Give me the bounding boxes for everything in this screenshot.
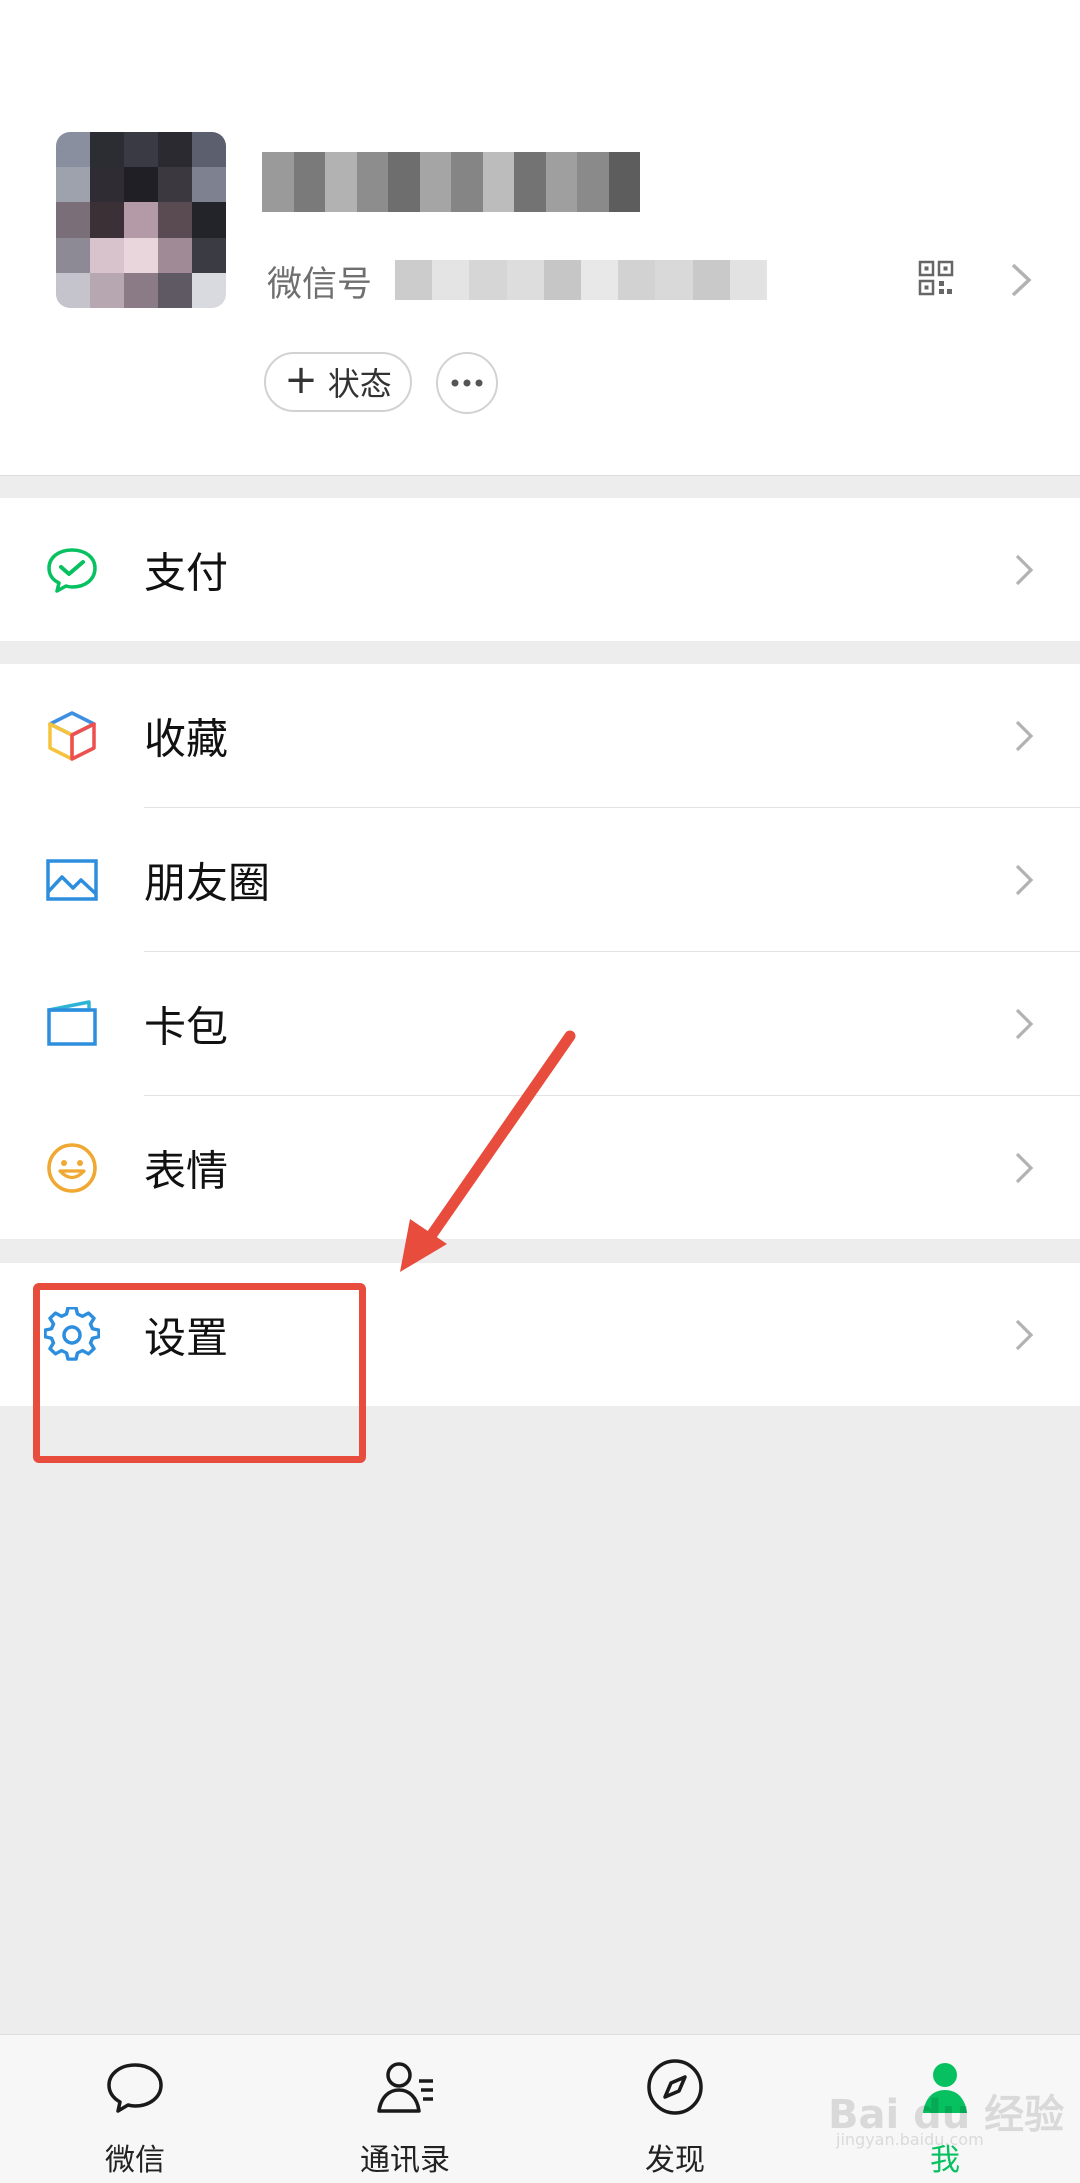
wechat-pay-icon bbox=[47, 547, 97, 593]
menu-item-favorites[interactable]: 收藏 bbox=[0, 664, 1080, 807]
menu-item-stickers[interactable]: 表情 bbox=[0, 1096, 1080, 1239]
menu-label-moments: 朋友圈 bbox=[144, 858, 271, 907]
contacts-icon bbox=[377, 2062, 433, 2113]
profile-chevron-right-icon[interactable] bbox=[1010, 262, 1032, 298]
pixel-block bbox=[514, 152, 546, 212]
more-button[interactable] bbox=[436, 352, 498, 414]
menu-label-stickers: 表情 bbox=[144, 1146, 229, 1195]
pixel-block bbox=[158, 167, 192, 203]
pixel-block bbox=[158, 272, 192, 308]
ellipsis-icon bbox=[451, 379, 483, 387]
pixel-block bbox=[90, 132, 124, 168]
pixel-block bbox=[432, 260, 470, 300]
pixel-block bbox=[692, 260, 730, 300]
menu-group-settings: 设置 bbox=[0, 1263, 1080, 1406]
menu-label-cards: 卡包 bbox=[144, 1002, 229, 1051]
pixel-block bbox=[90, 272, 124, 308]
pixel-block bbox=[543, 260, 582, 300]
chat-bubble-icon bbox=[107, 2063, 163, 2113]
pixel-block bbox=[618, 260, 656, 300]
pixel-block bbox=[419, 152, 451, 212]
plus-icon: + bbox=[284, 357, 318, 403]
pixel-block bbox=[56, 202, 90, 238]
pixel-block bbox=[545, 152, 577, 212]
tab-label-discover: 发现 bbox=[645, 2143, 705, 2178]
tab-label-chats: 微信 bbox=[105, 2143, 165, 2178]
cube-icon bbox=[48, 710, 96, 761]
bottom-tab-bar: 微信 通讯录 发现 我 bbox=[0, 2034, 1080, 2183]
pixel-block bbox=[90, 237, 124, 273]
qr-code-icon[interactable] bbox=[918, 260, 954, 296]
pixel-block bbox=[325, 152, 357, 212]
pixel-block bbox=[124, 272, 158, 308]
pixel-block bbox=[192, 272, 226, 308]
pixel-block bbox=[388, 152, 420, 212]
pixel-block bbox=[451, 152, 483, 212]
pixel-block bbox=[56, 237, 90, 273]
chevron-right-icon bbox=[1015, 1319, 1034, 1350]
pixel-block bbox=[56, 132, 90, 168]
profile-header[interactable]: 微信号 + 状态 bbox=[0, 0, 1080, 476]
pixel-block bbox=[506, 260, 544, 300]
pixel-block bbox=[608, 152, 640, 212]
tab-chats[interactable]: 微信 bbox=[0, 2035, 270, 2183]
pixel-block bbox=[192, 237, 226, 273]
menu-label-settings: 设置 bbox=[144, 1313, 229, 1362]
tab-label-contacts: 通讯录 bbox=[360, 2143, 450, 2178]
tab-discover[interactable]: 发现 bbox=[540, 2035, 810, 2183]
pixel-block bbox=[729, 260, 768, 300]
menu-item-settings[interactable]: 设置 bbox=[0, 1263, 1080, 1406]
tab-label-me: 我 bbox=[930, 2143, 960, 2178]
menu-label-favorites: 收藏 bbox=[144, 714, 229, 763]
pixel-block bbox=[124, 202, 158, 238]
card-icon bbox=[47, 999, 97, 1046]
pixel-block bbox=[124, 132, 158, 168]
wechat-id-label: 微信号 bbox=[267, 265, 373, 305]
pixel-block bbox=[124, 237, 158, 273]
pixel-block bbox=[262, 152, 294, 212]
menu-item-moments[interactable]: 朋友圈 bbox=[0, 808, 1080, 951]
pixel-block bbox=[581, 260, 619, 300]
pixel-block bbox=[655, 260, 693, 300]
menu-label-pay: 支付 bbox=[144, 548, 229, 597]
wechat-id-blurred bbox=[395, 260, 768, 300]
pixel-block bbox=[158, 237, 192, 273]
menu-item-pay[interactable]: 支付 bbox=[0, 498, 1080, 641]
menu-group-pay: 支付 bbox=[0, 498, 1080, 641]
pixel-block bbox=[158, 202, 192, 238]
pixel-block bbox=[158, 132, 192, 168]
chevron-right-icon bbox=[1015, 554, 1034, 585]
pixel-block bbox=[90, 202, 124, 238]
pixel-block bbox=[469, 260, 507, 300]
gear-icon bbox=[44, 1306, 100, 1361]
nickname-blurred bbox=[262, 152, 640, 212]
pixel-block bbox=[56, 167, 90, 203]
status-button-label: 状态 bbox=[327, 365, 392, 403]
pixel-block bbox=[192, 167, 226, 203]
smile-icon bbox=[47, 1142, 97, 1193]
menu-item-cards[interactable]: 卡包 bbox=[0, 952, 1080, 1095]
compass-icon bbox=[647, 2059, 703, 2115]
avatar[interactable] bbox=[56, 132, 226, 308]
pixel-block bbox=[56, 272, 90, 308]
status-button[interactable]: + 状态 bbox=[264, 352, 412, 412]
pixel-block bbox=[482, 152, 514, 212]
pixel-block bbox=[90, 167, 124, 203]
pixel-block bbox=[124, 167, 158, 203]
pixel-block bbox=[577, 152, 609, 212]
pixel-block bbox=[356, 152, 388, 212]
person-icon bbox=[923, 2063, 967, 2113]
pixel-block bbox=[395, 260, 433, 300]
chevron-right-icon bbox=[1015, 1008, 1034, 1039]
tab-me[interactable]: 我 bbox=[810, 2035, 1080, 2183]
pixel-block bbox=[192, 202, 226, 238]
chevron-right-icon bbox=[1015, 1152, 1034, 1183]
menu-group-main: 收藏 朋友圈 卡包 表情 bbox=[0, 664, 1080, 1239]
picture-icon bbox=[46, 858, 98, 901]
chevron-right-icon bbox=[1015, 720, 1034, 751]
pixel-block bbox=[293, 152, 325, 212]
pixel-block bbox=[192, 132, 226, 168]
tab-contacts[interactable]: 通讯录 bbox=[270, 2035, 540, 2183]
chevron-right-icon bbox=[1015, 864, 1034, 895]
